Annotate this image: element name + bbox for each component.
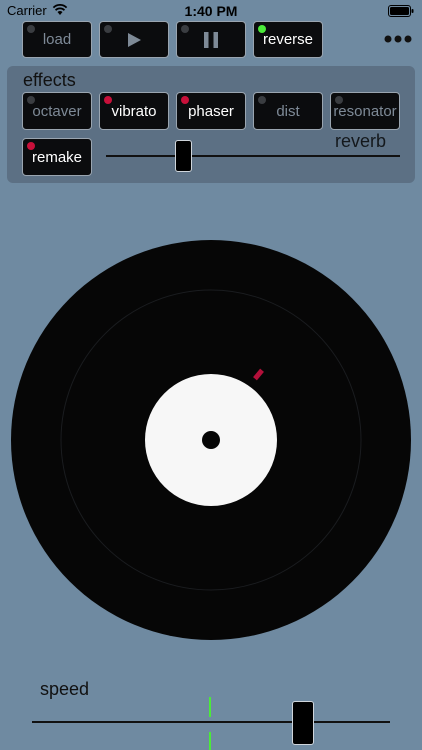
effect-resonator-button[interactable]: resonator [330,92,400,130]
reverse-led [258,25,266,33]
speed-slider-thumb[interactable] [292,701,314,745]
vinyl-record[interactable] [11,240,411,640]
remake-label: remake [31,148,83,166]
more-icon[interactable] [384,34,412,44]
speed-label: speed [40,679,90,699]
status-bar: Carrier 1:40 PM [0,0,422,22]
pause-icon [204,31,218,48]
speed-center-mark [209,697,211,717]
remake-led [27,142,35,150]
octaver-led [27,96,35,104]
effects-title: effects [23,70,76,90]
record-spindle [202,431,220,449]
resonator-led [335,96,343,104]
play-icon [128,32,141,47]
reverb-label: reverb [335,131,387,151]
load-led [27,25,35,33]
play-button[interactable] [99,21,169,58]
effect-phaser-button[interactable]: phaser [176,92,246,130]
effect-vibrato-label: vibrato [111,102,157,120]
load-button[interactable]: load [22,21,92,58]
clock: 1:40 PM [184,3,238,19]
reverse-button[interactable]: reverse [253,21,323,58]
dist-led [258,96,266,104]
effect-octaver-label: octaver [32,102,82,120]
effect-octaver-button[interactable]: octaver [22,92,92,130]
play-led [104,25,112,33]
effect-vibrato-button[interactable]: vibrato [99,92,169,130]
effect-phaser-label: phaser [188,102,234,120]
reverb-slider-thumb[interactable] [175,140,192,172]
effect-resonator-label: resonator [333,102,397,120]
pause-button[interactable] [176,21,246,58]
screen: Carrier 1:40 PM load reverse effects oct… [0,0,422,750]
remake-button[interactable]: remake [22,138,92,176]
vibrato-led [104,96,112,104]
effect-dist-label: dist [276,102,300,120]
reverse-label: reverse [262,31,314,48]
phaser-led [181,96,189,104]
effect-dist-button[interactable]: dist [253,92,323,130]
load-label: load [42,31,72,48]
speed-center-mark-lower [209,732,211,750]
pause-led [181,25,189,33]
speed-slider-track[interactable] [32,721,390,723]
battery-icon [388,5,414,17]
reverb-slider-track[interactable] [106,155,400,157]
